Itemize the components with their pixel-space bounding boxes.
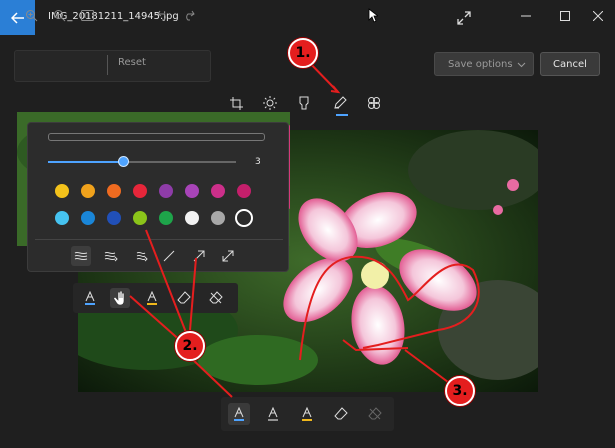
annotation-badge-1: 1. (288, 38, 318, 68)
annotation-badge-3: 3. (445, 376, 475, 406)
annotation-badge-2: 2. (175, 331, 205, 361)
